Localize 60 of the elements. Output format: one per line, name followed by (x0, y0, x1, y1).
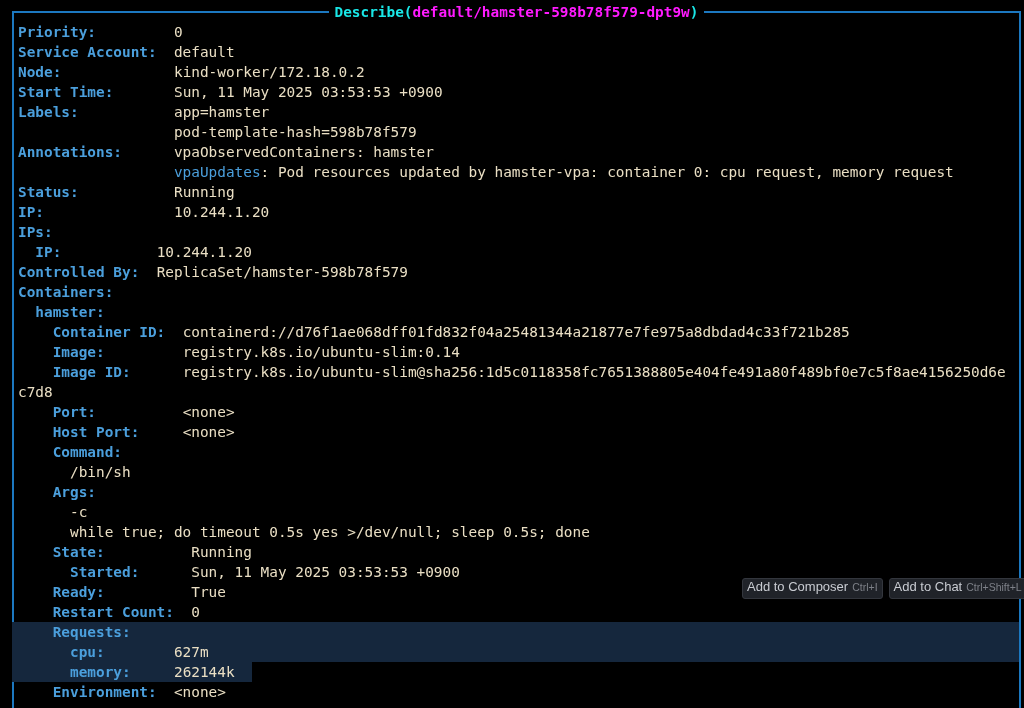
field-value: 627m (173, 644, 209, 660)
field-value: 0 (191, 604, 200, 620)
field-label: memory: (70, 664, 131, 680)
field-value: registry.k8s.io/ubuntu-slim@sha256:1d5c0118358fc7651388805e404fe491a80f489bf0e7c5f8ae4156250d6e (182, 364, 1006, 380)
field-label: Labels: (18, 104, 79, 120)
field-label: Start Time: (18, 84, 114, 100)
list-value: while true; do timeout 0.5s yes >/dev/null; sleep 0.5s; done (70, 524, 590, 540)
field-label: IP: (35, 244, 62, 260)
field-label: Requests: (52, 624, 131, 640)
annotation-key: vpaUpdates (173, 164, 261, 180)
field-label: IPs: (18, 224, 53, 240)
field-label: Containers: (18, 284, 114, 300)
field-value: 262144k (173, 664, 235, 680)
field-value: 10.244.1.20 (173, 204, 270, 220)
field-value: Running (191, 544, 252, 560)
field-value: default (173, 44, 235, 60)
field-label: hamster: (35, 304, 105, 320)
field-label: IP: (18, 204, 44, 220)
field-label: Container ID: (52, 324, 166, 340)
field-value: <none> (173, 684, 226, 700)
field-value: Running (173, 184, 235, 200)
field-value: containerd://d76f1ae068dff01fd832f04a25481344a21877e7fe975a8dbdad4c33f721b285 (182, 324, 850, 340)
field-label: Started: (70, 564, 140, 580)
field-value: pod-template-hash=598b78f579 (173, 124, 417, 140)
field-value: : Pod resources updated by hamster-vpa: container 0: cpu request, memory request (260, 164, 954, 180)
add-action-button[interactable]: Add to Chat Ctrl+Shift+L (888, 578, 1024, 599)
field-value: kind-worker/172.18.0.2 (173, 64, 365, 80)
add-action-button[interactable]: Add to Composer Ctrl+I (742, 578, 883, 599)
field-label: Node: (18, 64, 62, 80)
list-value: /bin/sh (70, 464, 131, 480)
field-label: Image: (52, 344, 105, 360)
field-label: Port: (52, 404, 96, 420)
field-value: True (191, 584, 226, 600)
field-value: Sun, 11 May 2025 03:53:53 +0900 (173, 84, 443, 100)
field-value: 10.244.1.20 (156, 244, 252, 260)
field-label: Host Port: (52, 424, 140, 440)
field-label: Service Account: (18, 44, 157, 60)
field-value: <none> (182, 404, 235, 420)
field-value: vpaObservedContainers: hamster (173, 144, 434, 160)
field-value: registry.k8s.io/ubuntu-slim:0.14 (182, 344, 460, 360)
field-label: Annotations: (18, 144, 122, 160)
field-label: Controlled By: (18, 264, 140, 280)
field-label: Args: (52, 484, 96, 500)
field-label: Status: (18, 184, 79, 200)
field-value: app=hamster (173, 104, 270, 120)
wrapped-value: c7d8 (18, 384, 53, 400)
field-value: Sun, 11 May 2025 03:53:53 +0900 (191, 564, 460, 580)
panel-title: Describe(default/hamster-598b78f579-dpt9w) (328, 2, 705, 22)
list-value: -c (70, 504, 88, 520)
field-label: Restart Count: (52, 604, 174, 620)
field-label: cpu: (70, 644, 105, 660)
field-value: 0 (173, 24, 183, 40)
field-label: Image ID: (52, 364, 131, 380)
field-label: Environment: (52, 684, 157, 700)
field-value: <none> (182, 424, 235, 440)
field-value: ReplicaSet/hamster-598b78f579 (156, 264, 408, 280)
field-label: State: (52, 544, 105, 560)
field-label: Command: (52, 444, 122, 460)
field-label: Ready: (52, 584, 105, 600)
field-label: Priority: (18, 24, 96, 40)
